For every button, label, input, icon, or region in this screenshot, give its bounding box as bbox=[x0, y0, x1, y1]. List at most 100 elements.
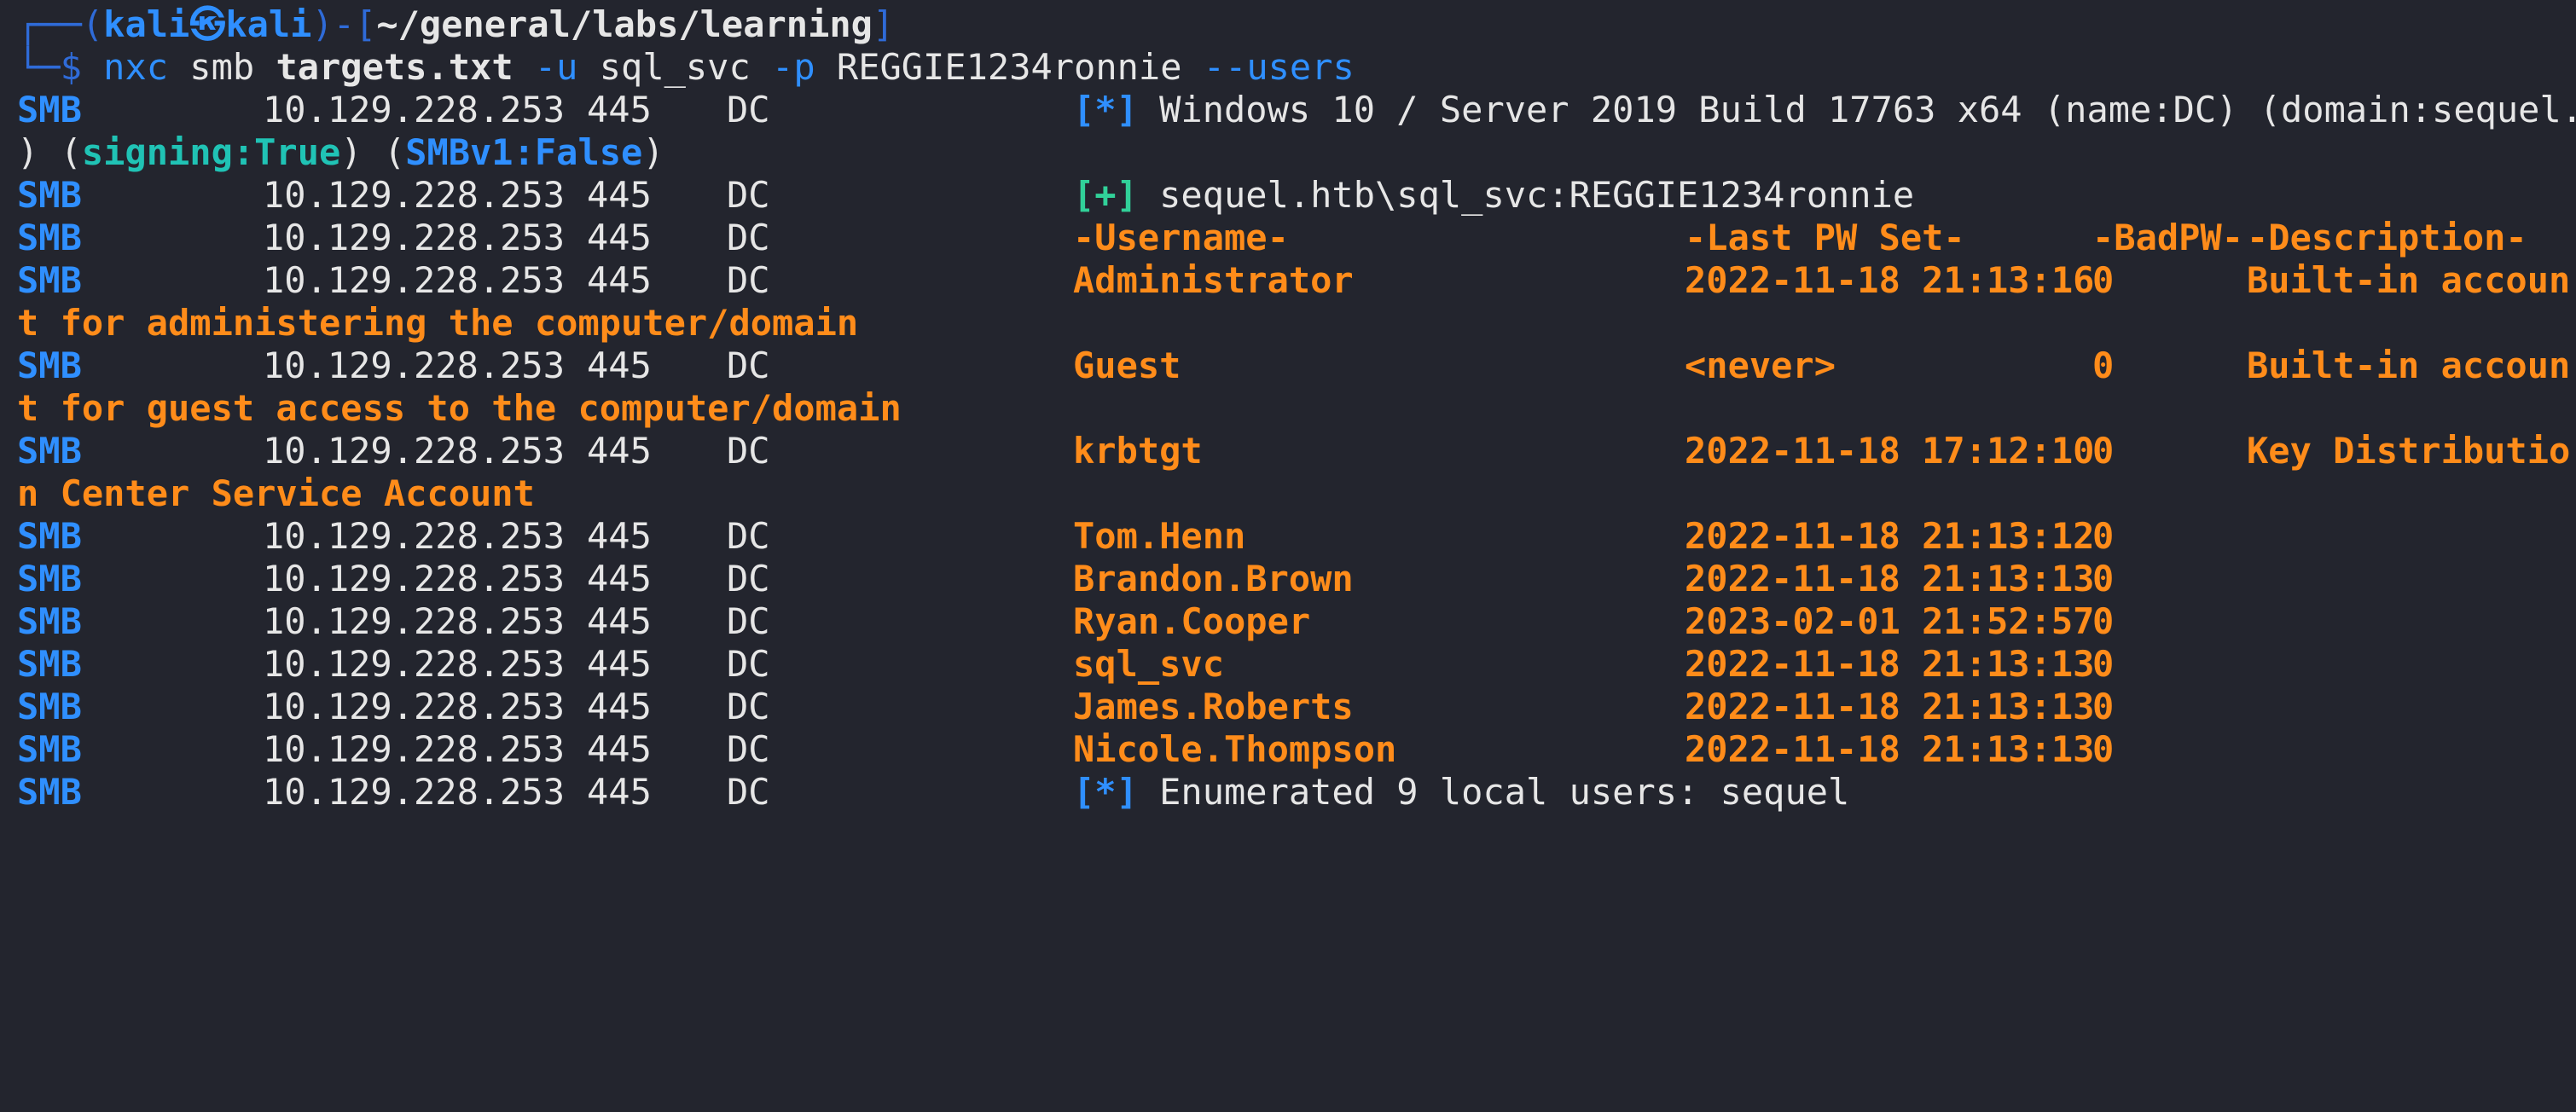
host-name: DC bbox=[727, 345, 770, 386]
output-line-table-header: SMB 10.129.228.253 445 DC -Username- -La… bbox=[17, 217, 2527, 259]
proto-label: SMB bbox=[17, 345, 82, 386]
host-port: 445 bbox=[587, 643, 652, 685]
table-row: SMB 10.129.228.253 445 DC Tom.Henn 2022-… bbox=[17, 515, 2114, 558]
host-port: 445 bbox=[587, 430, 652, 472]
row-description-wrap: t for guest access to the computer/domai… bbox=[17, 387, 902, 429]
summary-text: Enumerated 9 local users: sequel bbox=[1137, 771, 1850, 813]
row-last-pw-set: 2022-11-18 21:13:13 bbox=[1685, 728, 2095, 770]
cmd-targets-file: targets.txt bbox=[276, 46, 513, 88]
row-badpw: 0 bbox=[2092, 515, 2115, 557]
cmd-flag-u: -u bbox=[513, 46, 578, 88]
output-line-banner-wrap: ) (signing:True) (SMBv1:False) bbox=[17, 131, 664, 174]
row-badpw: 0 bbox=[2092, 686, 2115, 727]
prompt-frame-mid: )-[ bbox=[311, 3, 377, 45]
prompt-path: ~/general/labs/learning bbox=[376, 3, 873, 45]
row-description: Built-in accoun bbox=[2247, 259, 2571, 301]
output-line-banner: SMB 10.129.228.253 445 DC [*] Windows 10… bbox=[17, 89, 2576, 131]
success-tag: [+] bbox=[1073, 174, 1138, 216]
col-header-username: -Username- bbox=[1073, 217, 1289, 258]
row-description-wrap: n Center Service Account bbox=[17, 472, 535, 514]
row-badpw: 0 bbox=[2092, 558, 2115, 599]
host-name: DC bbox=[727, 174, 770, 216]
cmd-smb: smb bbox=[168, 46, 276, 88]
row-description: Built-in accoun bbox=[2247, 345, 2571, 386]
prompt-frame-end: ] bbox=[872, 3, 895, 45]
row-last-pw-set: <never> bbox=[1685, 345, 1836, 386]
host-port: 445 bbox=[587, 686, 652, 727]
host-port: 445 bbox=[587, 89, 652, 130]
host-name: DC bbox=[727, 600, 770, 642]
cmd-arg-user: sql_svc bbox=[577, 46, 751, 88]
host-port: 445 bbox=[587, 217, 652, 258]
cmd-flag-p: -p bbox=[750, 46, 815, 88]
banner-wrap-open: ) ( bbox=[17, 131, 82, 173]
host-port: 445 bbox=[587, 345, 652, 386]
host-ip: 10.129.228.253 bbox=[263, 174, 566, 216]
proto-label: SMB bbox=[17, 259, 82, 301]
host-port: 445 bbox=[587, 558, 652, 599]
row-username: Nicole.Thompson bbox=[1073, 728, 1397, 770]
host-port: 445 bbox=[587, 600, 652, 642]
prompt-host: kali bbox=[225, 3, 312, 45]
host-ip: 10.129.228.253 bbox=[263, 558, 566, 599]
info-tag: [*] bbox=[1073, 771, 1138, 813]
row-last-pw-set: 2022-11-18 21:13:13 bbox=[1685, 686, 2095, 727]
host-ip: 10.129.228.253 bbox=[263, 686, 566, 727]
row-username: Administrator bbox=[1073, 259, 1354, 301]
proto-label: SMB bbox=[17, 217, 82, 258]
proto-label: SMB bbox=[17, 174, 82, 216]
row-username: Tom.Henn bbox=[1073, 515, 1246, 557]
proto-label: SMB bbox=[17, 771, 82, 813]
row-description: Key Distributio bbox=[2247, 430, 2571, 472]
prompt-dollar: └─$ bbox=[17, 46, 104, 88]
row-badpw: 0 bbox=[2092, 643, 2115, 685]
host-ip: 10.129.228.253 bbox=[263, 515, 566, 557]
table-row: SMB 10.129.228.253 445 DC James.Roberts … bbox=[17, 686, 2114, 728]
table-row: SMB 10.129.228.253 445 DC Guest <never> … bbox=[17, 345, 2570, 387]
host-ip: 10.129.228.253 bbox=[263, 89, 566, 130]
row-last-pw-set: 2022-11-18 21:13:13 bbox=[1685, 643, 2095, 685]
table-row: SMB 10.129.228.253 445 DC Brandon.Brown … bbox=[17, 558, 2114, 600]
row-username: sql_svc bbox=[1073, 643, 1225, 685]
row-last-pw-set: 2022-11-18 21:13:13 bbox=[1685, 558, 2095, 599]
signing-flag: signing:True bbox=[81, 131, 341, 173]
col-header-last-pw-set: -Last PW Set- bbox=[1685, 217, 1965, 258]
prompt-header: ┌──(kali㉿kali)-[~/general/labs/learning] bbox=[17, 3, 894, 46]
prompt-frame-top: ┌──( bbox=[17, 3, 104, 45]
row-last-pw-set: 2022-11-18 21:13:12 bbox=[1685, 515, 2095, 557]
row-badpw: 0 bbox=[2092, 259, 2115, 301]
row-last-pw-set: 2022-11-18 17:12:10 bbox=[1685, 430, 2095, 472]
row-username: Brandon.Brown bbox=[1073, 558, 1354, 599]
host-name: DC bbox=[727, 217, 770, 258]
proto-label: SMB bbox=[17, 600, 82, 642]
row-last-pw-set: 2022-11-18 21:13:16 bbox=[1685, 259, 2095, 301]
host-name: DC bbox=[727, 771, 770, 813]
proto-label: SMB bbox=[17, 643, 82, 685]
table-row: SMB 10.129.228.253 445 DC krbtgt 2022-11… bbox=[17, 430, 2570, 472]
banner-wrap-close: ) bbox=[642, 131, 664, 173]
proto-label: SMB bbox=[17, 89, 82, 130]
host-ip: 10.129.228.253 bbox=[263, 728, 566, 770]
proto-label: SMB bbox=[17, 515, 82, 557]
host-name: DC bbox=[727, 515, 770, 557]
table-row: SMB 10.129.228.253 445 DC Ryan.Cooper 20… bbox=[17, 600, 2114, 643]
cmd-nxc: nxc bbox=[103, 46, 169, 88]
host-ip: 10.129.228.253 bbox=[263, 259, 566, 301]
row-badpw: 0 bbox=[2092, 430, 2115, 472]
output-line-auth: SMB 10.129.228.253 445 DC [+] sequel.htb… bbox=[17, 174, 1914, 217]
host-ip: 10.129.228.253 bbox=[263, 430, 566, 472]
prompt-at-symbol: ㉿ bbox=[189, 3, 226, 45]
row-username: James.Roberts bbox=[1073, 686, 1354, 727]
host-name: DC bbox=[727, 259, 770, 301]
row-badpw: 0 bbox=[2092, 728, 2115, 770]
info-tag: [*] bbox=[1073, 89, 1138, 130]
row-username: Guest bbox=[1073, 345, 1181, 386]
col-header-description: -Description- bbox=[2247, 217, 2527, 258]
proto-label: SMB bbox=[17, 430, 82, 472]
table-row: SMB 10.129.228.253 445 DC Administrator … bbox=[17, 259, 2570, 302]
host-port: 445 bbox=[587, 515, 652, 557]
proto-label: SMB bbox=[17, 728, 82, 770]
proto-label: SMB bbox=[17, 686, 82, 727]
terminal-window[interactable]: ┌──(kali㉿kali)-[~/general/labs/learning]… bbox=[0, 0, 2576, 831]
command-line[interactable]: └─$ nxc smb targets.txt -u sql_svc -p RE… bbox=[17, 46, 1355, 89]
